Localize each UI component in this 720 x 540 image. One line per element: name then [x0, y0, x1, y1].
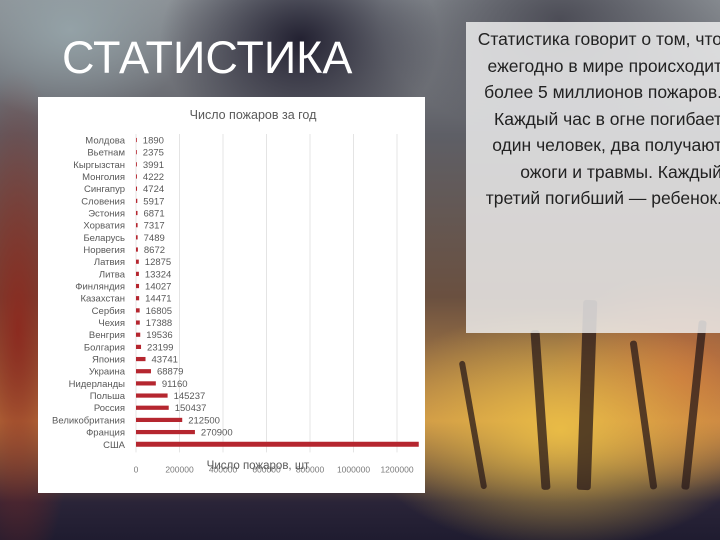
title-line-1: СТАТИСТИКА [62, 32, 353, 83]
category-label: Казахстан [80, 294, 125, 305]
bar [136, 186, 138, 191]
data-label: 1890 [143, 136, 164, 147]
bar [136, 223, 138, 228]
data-label: 23199 [147, 342, 173, 353]
data-label: 8672 [144, 245, 165, 256]
bar [136, 283, 140, 289]
data-label: 14471 [145, 294, 171, 305]
category-label: Польша [90, 391, 126, 402]
data-label: 212500 [188, 415, 220, 426]
category-label: Великобритания [52, 415, 125, 426]
data-label: 270900 [201, 428, 233, 439]
bar [136, 429, 195, 435]
data-label: 4222 [143, 172, 164, 183]
chart-panel: Число пожаров за год Молдова Вьетнам Кыргы… [38, 97, 425, 493]
category-label: Литва [99, 269, 126, 280]
x-tick-label: 1000000 [337, 464, 370, 474]
category-label: Хорватия [83, 221, 125, 232]
bar [136, 235, 138, 240]
category-label: Нидерланды [69, 379, 126, 390]
category-label: Финляндия [75, 282, 125, 293]
data-label: 145237 [174, 391, 206, 402]
bar [136, 271, 139, 276]
data-label: 43741 [152, 355, 178, 366]
category-label: Норвегия [83, 245, 125, 256]
category-label: Беларусь [83, 233, 125, 244]
bar [136, 210, 138, 216]
bar [136, 198, 138, 203]
category-label: Болгария [84, 342, 125, 353]
category-label: Венгрия [89, 330, 125, 341]
x-tick-label: 0 [134, 464, 139, 474]
category-label: Вьетнам [87, 148, 125, 159]
category-label: Россия [94, 403, 125, 414]
data-label: 7317 [144, 221, 165, 232]
data-label: 4724 [143, 184, 164, 195]
category-label: Сербия [92, 306, 125, 317]
bar [136, 174, 137, 179]
data-label: 5917 [143, 196, 164, 207]
bar [136, 344, 142, 349]
category-label: Украина [89, 367, 126, 378]
category-label: Латвия [94, 257, 125, 268]
category-label: Чехия [98, 318, 125, 329]
category-label: США [103, 440, 126, 451]
data-label: 17388 [146, 318, 172, 329]
info-paragraph: Статистика говорит о том, что ежегодно в… [477, 29, 720, 208]
bar [136, 417, 183, 423]
data-label: 6871 [143, 209, 164, 220]
data-label: 19536 [146, 330, 172, 341]
bar [136, 356, 146, 362]
data-label: 2375 [143, 148, 164, 159]
bar [136, 150, 137, 155]
x-tick-label: 200000 [165, 464, 194, 474]
data-label: 7489 [144, 233, 165, 244]
info-text-box: Статистика говорит о том, что ежегодно в… [466, 22, 720, 333]
category-label: Сингапур [84, 184, 125, 195]
bar [136, 441, 419, 447]
x-tick-label: 1200000 [380, 464, 413, 474]
bar [136, 296, 140, 301]
category-label: Кыргызстан [73, 160, 125, 171]
chart-title: Число пожаров за год [190, 108, 317, 122]
x-axis-title: Число пожаров, шт [207, 460, 310, 472]
category-label: Молдова [85, 136, 125, 147]
bar [136, 393, 168, 398]
bar [136, 259, 139, 264]
bar [136, 369, 151, 374]
bar [136, 332, 141, 337]
data-label: 16805 [146, 306, 172, 317]
bar-chart: Число пожаров за год МолдоваВьетнамКыргы… [52, 108, 419, 474]
data-label: 12875 [145, 257, 171, 268]
category-label: Япония [92, 355, 125, 366]
bar [136, 320, 140, 325]
bar [136, 308, 140, 313]
category-label: Словения [81, 196, 125, 207]
data-label: 14027 [145, 282, 171, 293]
data-label: 68879 [157, 367, 183, 378]
data-label: 150437 [175, 403, 207, 414]
bar [136, 137, 137, 143]
data-label: 3991 [143, 160, 164, 171]
category-label: Франция [86, 428, 125, 439]
data-labels: 189023753991422247245917 6871731774898672… [143, 136, 233, 439]
bar [136, 381, 156, 386]
data-label: 91160 [162, 379, 188, 390]
bar [136, 162, 137, 167]
data-label: 13324 [145, 269, 171, 280]
bar [136, 247, 138, 252]
bar [136, 405, 169, 410]
category-label: Эстония [88, 209, 125, 220]
category-label: Монголия [82, 172, 125, 183]
category-labels: МолдоваВьетнамКыргызстанМонголияСингапур… [52, 136, 126, 451]
